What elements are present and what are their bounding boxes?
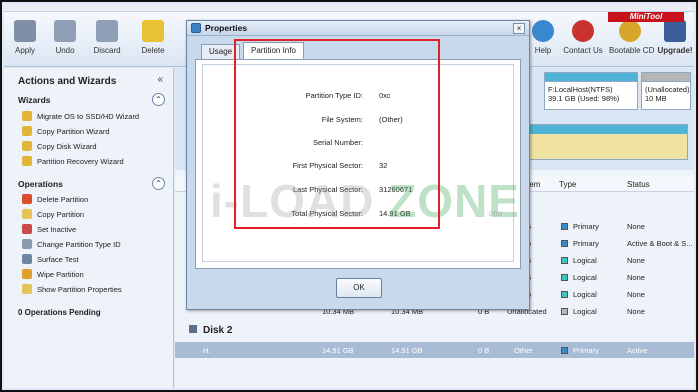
partition-card-unallocated[interactable]: (Unallocated) 10 MB [641, 72, 691, 110]
contact-icon [572, 20, 594, 42]
column-status[interactable]: Status [627, 180, 650, 189]
sidebar-item-copy-partition-wizard[interactable]: Copy Partition Wizard [22, 125, 110, 137]
wand-icon [22, 141, 32, 151]
dialog-title-bar[interactable]: Properties × [187, 21, 529, 36]
wizards-title: Wizards [18, 95, 51, 105]
upgrade-button[interactable]: Upgrade! [654, 20, 696, 55]
sidebar-item-change-type-id[interactable]: Change Partition Type ID [22, 238, 121, 250]
discard-button[interactable]: Discard [86, 20, 128, 55]
copy-icon [22, 209, 32, 219]
app-window: Apply Undo Discard Delete Help Contact U… [0, 0, 698, 392]
bootable-cd-button[interactable]: Bootable CD [609, 20, 654, 55]
partition-color-icon [561, 240, 568, 247]
sidebar-item-surface-test[interactable]: Surface Test [22, 253, 79, 265]
partition-color-icon [561, 223, 568, 230]
table-row-selected[interactable]: H: 14.91 GB 14.91 GB 0 B Other Primary A… [175, 342, 694, 358]
partition-color-icon [561, 274, 568, 281]
dialog-title: Properties [205, 23, 248, 33]
watermark-sub: .ORG [487, 212, 503, 218]
sidebar-item-migrate-os[interactable]: Migrate OS to SSD/HD Wizard [22, 110, 139, 122]
partition-color-icon [561, 257, 568, 264]
apply-button[interactable]: Apply [4, 20, 46, 55]
collapse-icon[interactable]: « [157, 74, 163, 85]
sidebar-item-copy-partition[interactable]: Copy Partition [22, 208, 84, 220]
operations-collapse-icon[interactable]: ⌃ [152, 177, 165, 190]
ok-button[interactable]: OK [336, 278, 382, 298]
wand-icon [22, 156, 32, 166]
wizards-collapse-icon[interactable]: ⌃ [152, 93, 165, 106]
help-icon [532, 20, 554, 42]
inactive-icon [22, 224, 32, 234]
delete-icon [142, 20, 164, 42]
properties-icon [22, 284, 32, 294]
undo-button[interactable]: Undo [44, 20, 86, 55]
sidebar-item-delete-partition[interactable]: Delete Partition [22, 193, 88, 205]
wipe-icon [22, 269, 32, 279]
properties-icon [191, 23, 201, 33]
surface-test-icon [22, 254, 32, 264]
partition-color-icon [561, 291, 568, 298]
highlight-box [234, 39, 440, 229]
disk2-label: Disk 2 [189, 325, 232, 336]
sidebar-item-copy-disk-wizard[interactable]: Copy Disk Wizard [22, 140, 97, 152]
edit-icon [22, 239, 32, 249]
cd-icon [619, 20, 641, 42]
column-type[interactable]: Type [559, 180, 576, 189]
pending-operations: 0 Operations Pending [18, 308, 101, 317]
apply-icon [14, 20, 36, 42]
delete-button[interactable]: Delete [132, 20, 174, 55]
disk2-bar[interactable] [515, 124, 688, 160]
sidebar-item-partition-recovery[interactable]: Partition Recovery Wizard [22, 155, 124, 167]
minitool-logo: MiniTool [608, 12, 684, 22]
wand-icon [22, 126, 32, 136]
close-button[interactable]: × [513, 23, 525, 34]
partition-color-icon [561, 308, 568, 315]
wand-icon [22, 111, 32, 121]
sidebar-title: Actions and Wizards [18, 76, 117, 87]
sidebar-item-show-properties[interactable]: Show Partition Properties [22, 283, 122, 295]
undo-icon [54, 20, 76, 42]
partition-card[interactable]: F:LocalHost(NTFS) 39.1 GB (Used: 98%) [544, 72, 638, 110]
discard-icon [96, 20, 118, 42]
contact-us-button[interactable]: Contact Us [562, 20, 604, 55]
partition-color-icon [561, 347, 568, 354]
sidebar-item-wipe-partition[interactable]: Wipe Partition [22, 268, 84, 280]
sidebar-item-set-inactive[interactable]: Set Inactive [22, 223, 76, 235]
operations-title: Operations [18, 179, 63, 189]
upgrade-icon [664, 20, 686, 42]
menu-bar [4, 4, 694, 12]
disk-icon [189, 325, 197, 333]
sidebar: Actions and Wizards « Wizards ⌃ Migrate … [4, 68, 174, 388]
delete-icon [22, 194, 32, 204]
